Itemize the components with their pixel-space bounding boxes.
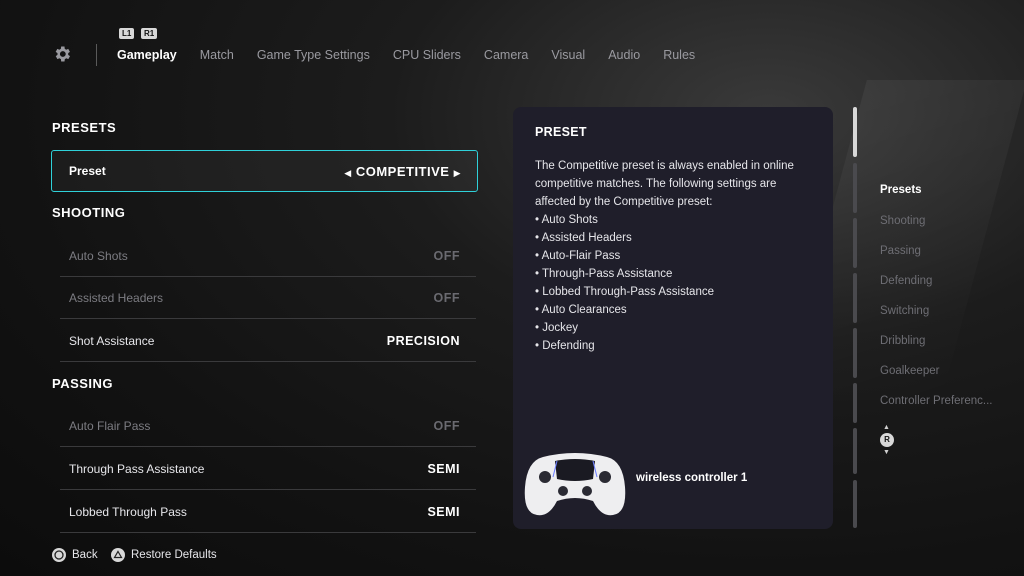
settings-gear-icon[interactable] [52,44,72,64]
r1-button-hint: R1 [141,28,158,39]
scroll-indicator [853,480,857,528]
scroll-up-icon: ▲ [883,424,890,431]
scroll-indicator [853,273,857,323]
setting-label: Auto Flair Pass [69,418,151,433]
setting-value: PRECISION [386,333,460,348]
setting-label: Assisted Headers [69,290,164,305]
setting-value: SEMI [427,504,460,519]
section-title-shooting: SHOOTING [52,205,126,220]
arrow-left-icon[interactable]: ◀ [344,168,351,178]
scroll-indicator [853,328,857,378]
setting-row-lobbed-through-pass[interactable]: Lobbed Through Pass SEMI [60,491,476,533]
index-item-passing[interactable]: Passing [880,245,1010,257]
index-item-switching[interactable]: Switching [880,305,1010,317]
index-item-goalkeeper[interactable]: Goalkeeper [880,365,1010,377]
tab-audio[interactable]: Audio [608,48,640,62]
index-item-shooting[interactable]: Shooting [880,215,1010,227]
setting-row-auto-shots[interactable]: Auto Shots OFF [60,235,476,277]
back-button[interactable]: Back [52,548,98,562]
scroll-indicator-active [853,107,857,157]
restore-defaults-button[interactable]: Restore Defaults [111,548,217,562]
section-title-presets: PRESETS [52,120,117,135]
tab-rules[interactable]: Rules [663,48,695,62]
setting-row-assisted-headers[interactable]: Assisted Headers OFF [60,277,476,319]
list-item: • Assisted Headers [535,232,632,244]
scroll-down-icon: ▼ [883,449,890,456]
setting-row-auto-flair-pass[interactable]: Auto Flair Pass OFF [60,405,476,447]
tab-gameplay[interactable]: Gameplay [117,48,177,62]
setting-label: Through Pass Assistance [69,461,205,476]
controller-icon [524,453,626,516]
nav-divider [96,44,97,66]
tab-bar: Gameplay Match Game Type Settings CPU Sl… [117,48,717,62]
setting-label: Shot Assistance [69,333,155,348]
index-item-presets[interactable]: Presets [880,184,1010,196]
setting-value: OFF [433,290,460,305]
setting-value: OFF [433,418,460,433]
list-item: • Auto Shots [535,214,598,226]
scroll-indicator [853,163,857,213]
list-item: • Lobbed Through-Pass Assistance [535,286,714,298]
scroll-indicator [853,428,857,474]
list-item: • Auto Clearances [535,304,627,316]
section-title-passing: PASSING [52,376,114,391]
index-item-defending[interactable]: Defending [880,275,1010,287]
tab-visual[interactable]: Visual [551,48,585,62]
preset-value: COMPETITIVE [355,163,450,179]
list-item: • Through-Pass Assistance [535,268,673,280]
index-item-dribbling[interactable]: Dribbling [880,335,1010,347]
tab-camera[interactable]: Camera [484,48,528,62]
setting-value: SEMI [427,461,460,476]
tab-match[interactable]: Match [200,48,234,62]
tab-cpu-sliders[interactable]: CPU Sliders [393,48,461,62]
restore-defaults-label: Restore Defaults [131,549,217,561]
list-item: • Auto-Flair Pass [535,250,621,262]
scroll-indicator [853,383,857,423]
list-item: • Defending [535,340,595,352]
setting-row-through-pass-assistance[interactable]: Through Pass Assistance SEMI [60,448,476,490]
l1-button-hint: L1 [119,28,135,39]
tab-game-type-settings[interactable]: Game Type Settings [257,48,370,62]
setting-row-shot-assistance[interactable]: Shot Assistance PRECISION [60,320,476,362]
setting-label: Auto Shots [69,248,128,263]
affected-settings-list: • Auto Shots • Assisted Headers • Auto-F… [535,211,714,355]
index-item-controller-preferences[interactable]: Controller Preferenc... [880,395,1010,407]
setting-value: OFF [433,248,460,263]
controller-label: wireless controller 1 [636,472,748,484]
info-panel: PRESET The Competitive preset is always … [513,107,833,529]
triangle-button-icon [111,548,125,562]
info-panel-title: PRESET [535,125,587,139]
setting-label: Lobbed Through Pass [69,504,187,519]
top-navigation: L1 R1 Gameplay Match Game Type Settings … [0,0,1024,90]
preset-selector[interactable]: Preset ◀ COMPETITIVE ▶ [51,150,478,192]
preset-value-group: ◀ COMPETITIVE ▶ [344,164,461,179]
scroll-indicator [853,218,857,268]
circle-button-icon [52,548,66,562]
preset-label: Preset [69,164,106,178]
r-stick-button-hint: R [880,433,894,447]
info-panel-description: The Competitive preset is always enabled… [535,160,794,208]
back-label: Back [72,549,98,561]
list-item: • Jockey [535,322,579,334]
arrow-right-icon[interactable]: ▶ [454,168,461,178]
